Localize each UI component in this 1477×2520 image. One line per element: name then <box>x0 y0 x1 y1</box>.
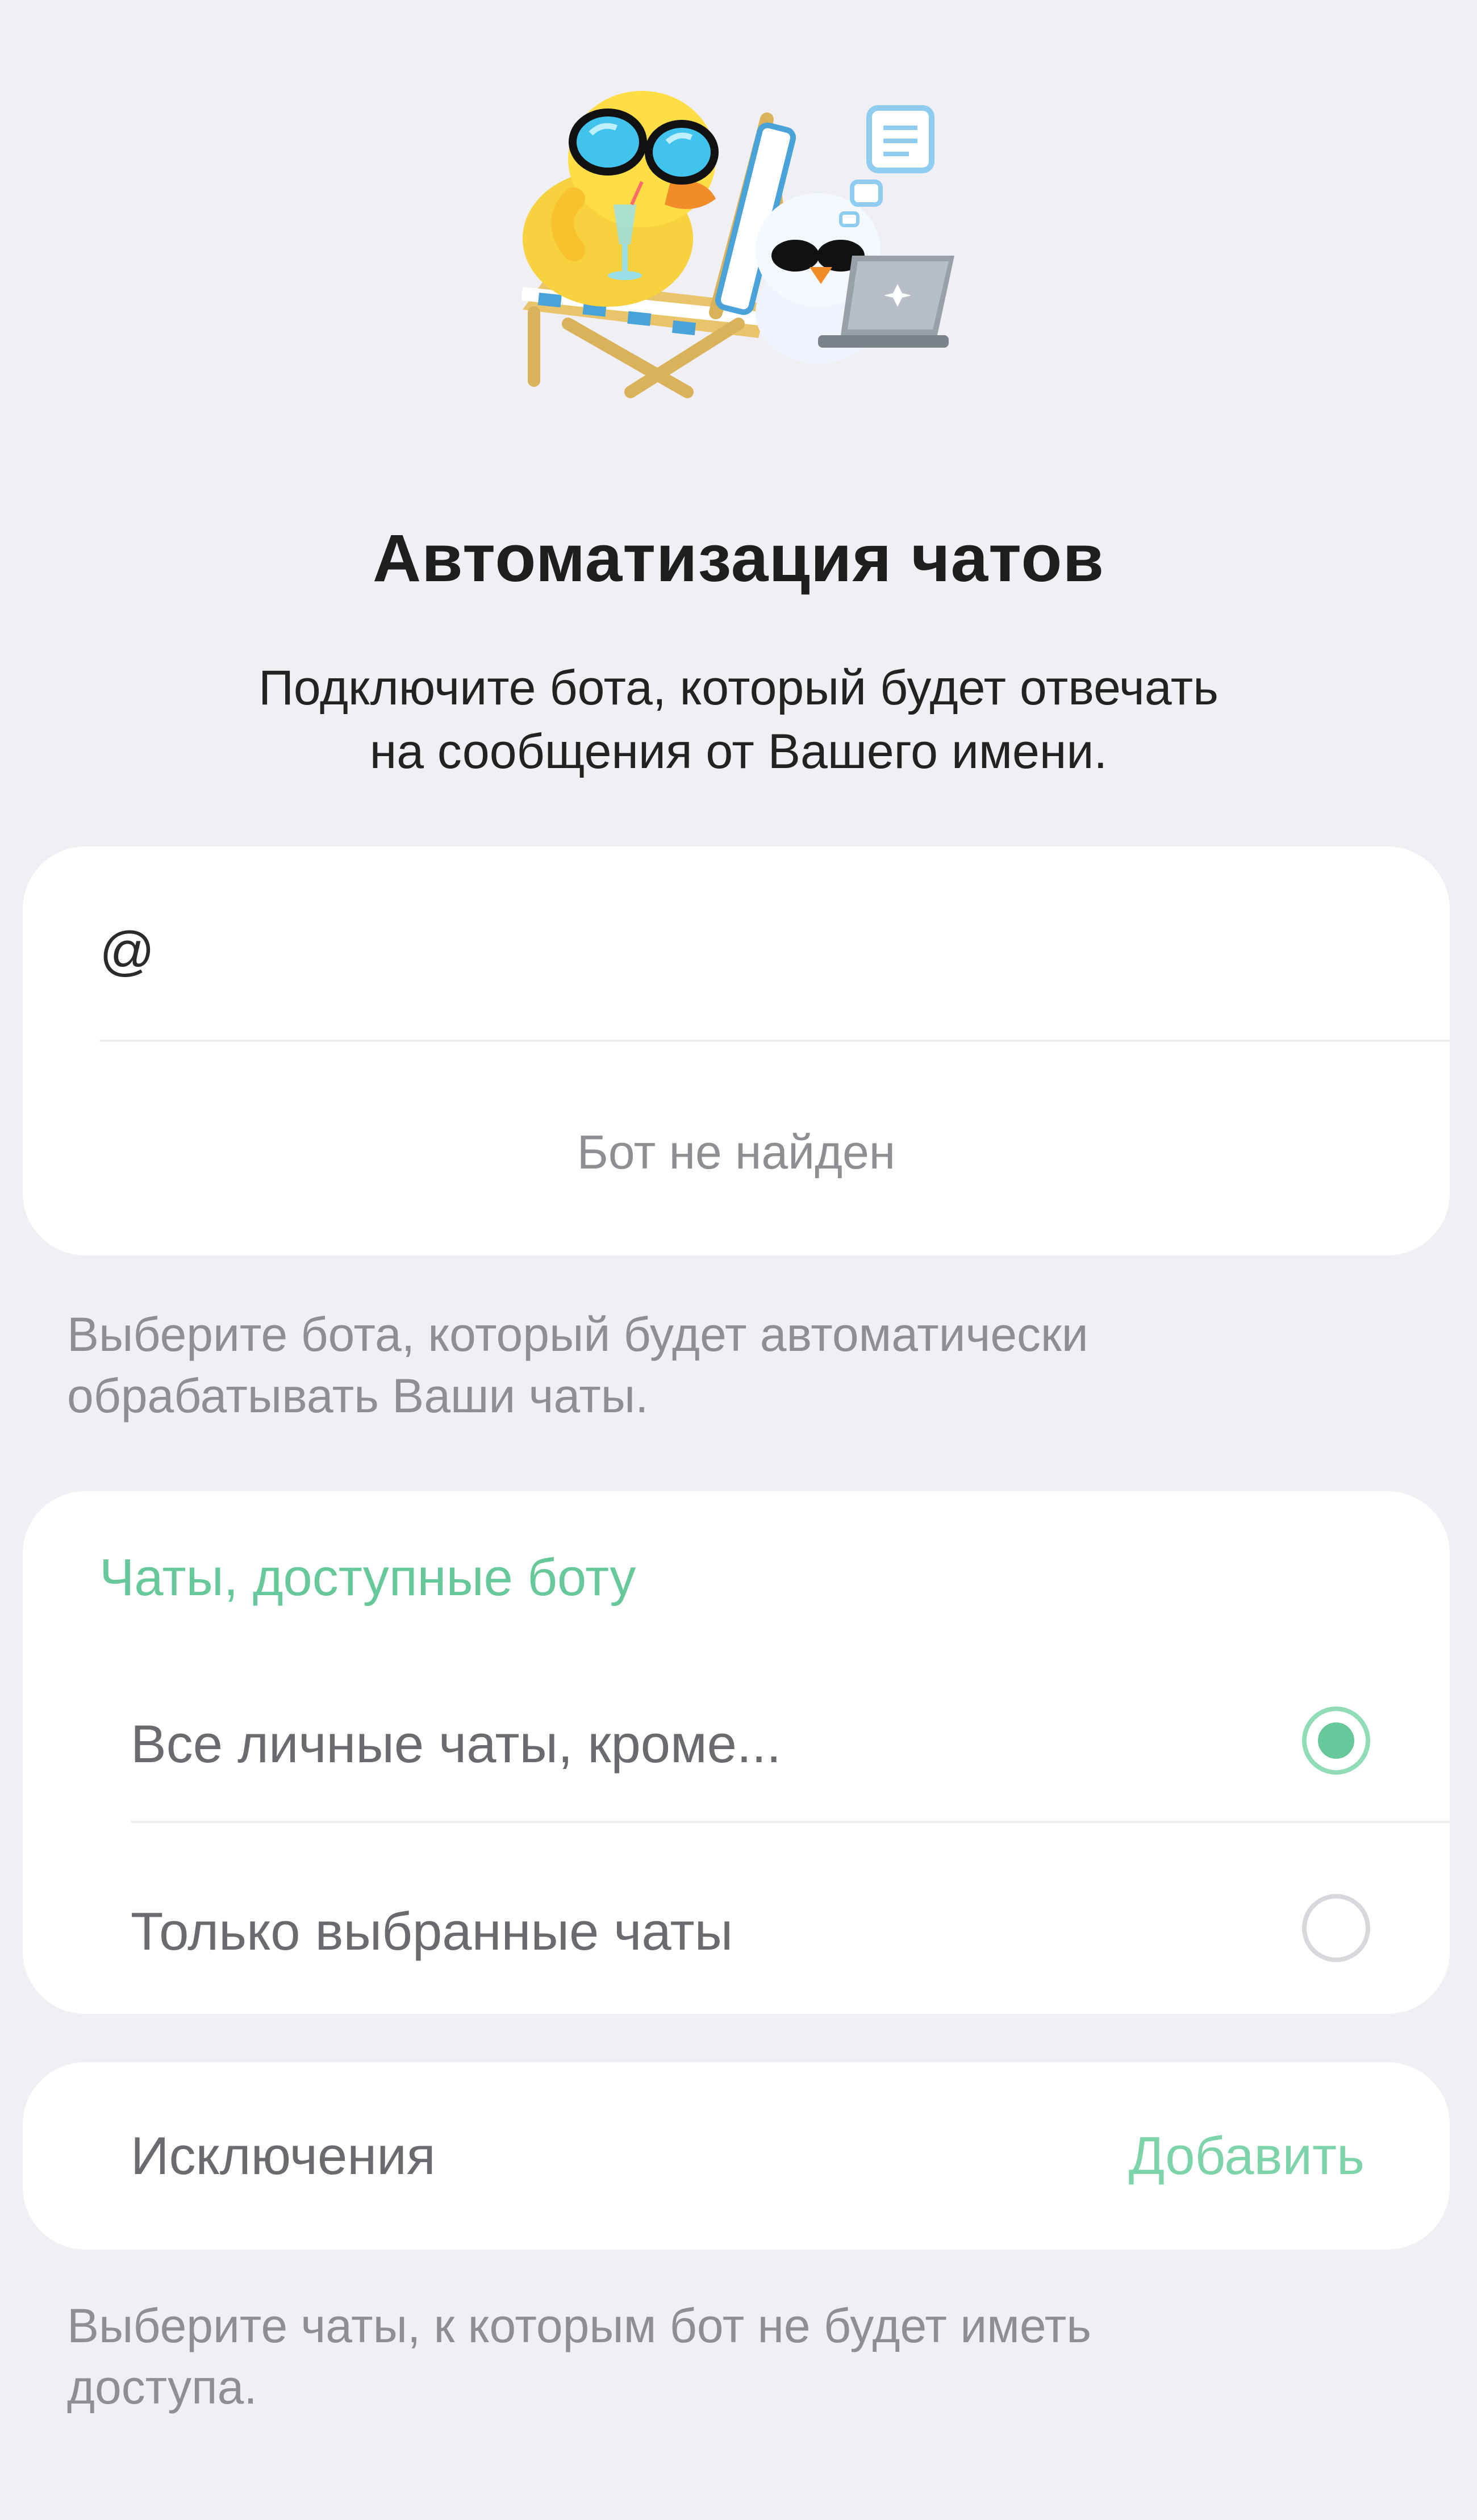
page-subtitle-line-1: Подключите бота, который будет отвечать <box>258 661 1219 715</box>
chat-access-card: Чаты, доступные боту Все личные чаты, кр… <box>23 1491 1450 2014</box>
duck-bot-sticker-illustration <box>521 91 954 398</box>
at-sign-prefix: @ <box>99 921 155 982</box>
radio-option-label: Только выбранные чаты <box>131 1901 733 1961</box>
radio-unselected-icon[interactable] <box>1302 1894 1370 1962</box>
exceptions-hint-line-1: Выберите чаты, к которым бот не будет им… <box>67 2299 1092 2352</box>
page-subtitle-line-2: на сообщения от Вашего имени. <box>369 724 1108 779</box>
exceptions-label: Исключения <box>131 2126 436 2185</box>
page-subtitle: Подключите бота, который будет отвечать … <box>170 656 1307 783</box>
duck-icon <box>523 91 719 307</box>
radio-selected-icon[interactable] <box>1302 1707 1370 1775</box>
bot-username-row[interactable]: @ <box>99 920 1450 983</box>
bot-search-card: @ Бот не найден <box>23 846 1450 1255</box>
bot-not-found-status: Бот не найден <box>577 1125 896 1179</box>
add-exceptions-button[interactable]: Добавить <box>1129 2062 1365 2250</box>
chat-access-divider <box>131 1821 1450 1823</box>
exceptions-card[interactable]: Исключения Добавить <box>23 2062 1450 2250</box>
bot-search-hint-line-2: обрабатывать Ваши чаты. <box>67 1369 649 1422</box>
radio-option-all-private-chats[interactable]: Все личные чаты, кроме... <box>23 1650 1450 1838</box>
page-title: Автоматизация чатов <box>372 521 1105 596</box>
bot-search-hint: Выберите бота, который будет автоматичес… <box>67 1304 1374 1426</box>
bot-username-input[interactable] <box>160 920 1450 983</box>
bot-search-hint-line-1: Выберите бота, который будет автоматичес… <box>67 1308 1088 1361</box>
bot-card-divider <box>99 1040 1450 1042</box>
radio-option-selected-chats[interactable]: Только выбранные чаты <box>23 1838 1450 2025</box>
exceptions-hint-line-2: доступа. <box>67 2360 257 2414</box>
chat-access-header: Чаты, доступные боту <box>99 1549 636 1607</box>
exceptions-hint: Выберите чаты, к которым бот не будет им… <box>67 2295 1374 2418</box>
radio-option-label: Все личные чаты, кроме... <box>131 1714 782 1774</box>
